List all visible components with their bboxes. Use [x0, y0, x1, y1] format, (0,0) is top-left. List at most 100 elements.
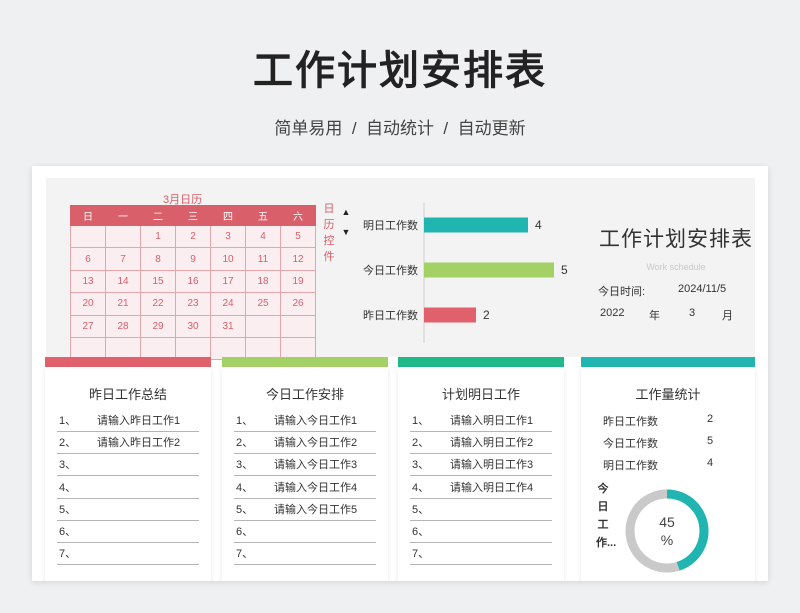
- weekday-header: 二: [140, 205, 176, 226]
- month-unit: 月: [722, 310, 733, 322]
- list-item[interactable]: 4、 请输入今日工作4: [234, 477, 376, 500]
- stat-label: 今日工作数: [603, 438, 658, 450]
- item-number: 1、: [59, 415, 77, 428]
- item-number: 6、: [59, 526, 77, 539]
- stat-value: 2: [707, 413, 714, 425]
- calendar-day[interactable]: 19: [280, 269, 316, 294]
- list-item[interactable]: 6、: [410, 521, 552, 544]
- list-item[interactable]: 3、 请输入今日工作3: [234, 454, 376, 477]
- calendar-day[interactable]: 21: [105, 292, 141, 316]
- stat-row: 昨日工作数 2: [603, 413, 723, 429]
- calendar-day[interactable]: 17: [210, 269, 246, 294]
- item-text: 请输入今日工作3: [274, 459, 358, 472]
- list-item[interactable]: 6、: [57, 521, 199, 544]
- stat-label: 昨日工作数: [603, 416, 658, 428]
- calendar-day[interactable]: 13: [70, 269, 106, 294]
- chart-category-label: 昨日工作数: [363, 309, 418, 322]
- list-item[interactable]: 6、: [234, 521, 376, 544]
- item-text: 请输入明日工作4: [450, 482, 534, 495]
- list-item[interactable]: 5、: [57, 499, 199, 522]
- calendar-day[interactable]: 4: [245, 224, 281, 249]
- main-title: 工作计划安排表: [253, 49, 547, 93]
- item-number: 4、: [59, 482, 77, 495]
- date-label: 今日时间:: [598, 286, 646, 298]
- list-item[interactable]: 1、 请输入今日工作1: [234, 410, 376, 433]
- calendar-day[interactable]: 20: [70, 292, 106, 316]
- list-item[interactable]: 2、 请输入明日工作2: [410, 432, 552, 455]
- calendar-day[interactable]: 3: [210, 224, 246, 249]
- list-item[interactable]: 1、 请输入昨日工作1: [57, 410, 199, 433]
- calendar-day[interactable]: 1: [140, 224, 176, 249]
- calendar-day[interactable]: 31: [210, 314, 246, 338]
- chart-data-label: 2: [483, 308, 490, 322]
- item-number: 3、: [412, 459, 430, 472]
- list-item[interactable]: 7、: [57, 543, 199, 566]
- calendar-day[interactable]: 24: [210, 292, 246, 316]
- calendar-day[interactable]: 15: [140, 269, 176, 294]
- weekday-header: 一: [105, 205, 141, 226]
- list-item[interactable]: 3、 请输入明日工作3: [410, 454, 552, 477]
- weekday-header: 六: [280, 205, 316, 226]
- stat-value: 4: [707, 457, 714, 469]
- item-text: 请输入今日工作1: [274, 415, 358, 428]
- chart-category-label: 今日工作数: [363, 263, 418, 277]
- calendar-day[interactable]: [245, 314, 281, 338]
- calendar-day[interactable]: 28: [105, 314, 141, 338]
- list-item[interactable]: 5、 请输入今日工作5: [234, 499, 376, 522]
- calendar-day[interactable]: 5: [280, 224, 316, 249]
- list-item[interactable]: 1、 请输入明日工作1: [410, 410, 552, 433]
- list-item[interactable]: 7、: [234, 543, 376, 566]
- year-value[interactable]: 2022: [600, 307, 624, 319]
- item-text: 请输入今日工作5: [274, 504, 358, 517]
- card-workload-stats: 工作量统计 昨日工作数 2 今日工作数 5 明日工作数 4 今日工作... 45 %: [581, 357, 755, 581]
- list-item[interactable]: 7、: [410, 543, 552, 566]
- calendar-day[interactable]: [105, 224, 141, 249]
- weekday-header: 日: [70, 205, 106, 226]
- calendar-grid: 日 一 二 三 四 五 六 1 2 3 4 5 6 7 8 9 10 11 12…: [70, 205, 316, 361]
- calendar-day[interactable]: 27: [70, 314, 106, 338]
- calendar-day[interactable]: 7: [105, 247, 141, 271]
- item-number: 7、: [236, 548, 254, 561]
- calendar-day[interactable]: 25: [245, 292, 281, 316]
- list-item[interactable]: 5、: [410, 499, 552, 522]
- item-number: 5、: [412, 504, 430, 517]
- calendar-day[interactable]: 11: [245, 247, 281, 271]
- year-unit: 年: [649, 310, 660, 322]
- calendar-day[interactable]: [70, 224, 106, 249]
- item-number: 4、: [412, 482, 430, 495]
- calendar-day[interactable]: 29: [140, 314, 176, 338]
- calendar-day[interactable]: 8: [140, 247, 176, 271]
- list-item[interactable]: 2、 请输入今日工作2: [234, 432, 376, 455]
- calendar-day[interactable]: 12: [280, 247, 316, 271]
- item-text: 请输入昨日工作1: [97, 415, 181, 428]
- item-text: 请输入今日工作2: [274, 437, 358, 450]
- donut-percent-sign: %: [661, 532, 673, 548]
- calendar-day[interactable]: 30: [175, 314, 211, 338]
- list-item[interactable]: 4、: [57, 477, 199, 500]
- item-text: 请输入明日工作2: [450, 437, 534, 450]
- calendar-day[interactable]: 2: [175, 224, 211, 249]
- calendar-day[interactable]: 6: [70, 247, 106, 271]
- month-value[interactable]: 3: [689, 307, 695, 319]
- list-item[interactable]: 3、: [57, 454, 199, 477]
- item-text: 请输入昨日工作2: [97, 437, 181, 450]
- weekday-header: 四: [210, 205, 246, 226]
- subtitle: 简单易用 / 自动统计 / 自动更新: [274, 119, 526, 138]
- weekday-header: 三: [175, 205, 211, 226]
- weekday-header: 五: [245, 205, 281, 226]
- calendar-day[interactable]: 22: [140, 292, 176, 316]
- calendar-day[interactable]: [280, 314, 316, 338]
- list-item[interactable]: 2、 请输入昨日工作2: [57, 432, 199, 455]
- calendar-day[interactable]: 23: [175, 292, 211, 316]
- calendar-day[interactable]: 14: [105, 269, 141, 294]
- calendar-day[interactable]: 26: [280, 292, 316, 316]
- calendar-day[interactable]: 16: [175, 269, 211, 294]
- card-title: 计划明日工作: [441, 387, 520, 402]
- calendar-day[interactable]: 9: [175, 247, 211, 271]
- list-item[interactable]: 4、 请输入明日工作4: [410, 477, 552, 500]
- chart-data-label: 4: [535, 218, 542, 232]
- calendar-day[interactable]: 10: [210, 247, 246, 271]
- calendar-day[interactable]: 18: [245, 269, 281, 294]
- item-number: 2、: [412, 437, 430, 450]
- card-yesterday-summary: 昨日工作总结 1、 请输入昨日工作1 2、 请输入昨日工作2 3、 4、 5、 6、…: [45, 357, 211, 581]
